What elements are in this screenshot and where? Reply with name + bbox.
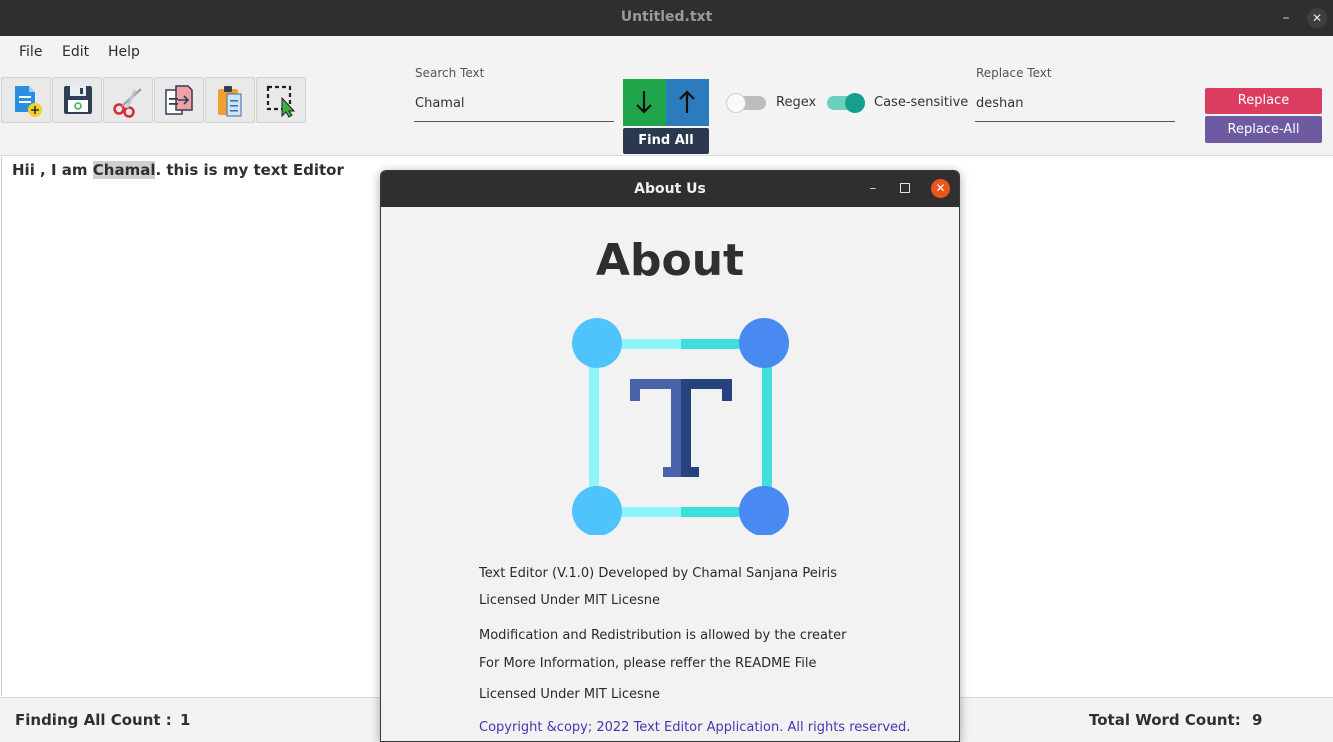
about-copyright: Copyright &copy; 2022 Text Editor Applic… xyxy=(479,720,911,735)
arrow-up-icon xyxy=(679,90,695,113)
minimize-button[interactable]: – xyxy=(1276,8,1296,28)
about-line-version: Text Editor (V.1.0) Developed by Chamal … xyxy=(479,566,838,581)
menu-help[interactable]: Help xyxy=(108,44,140,60)
about-dialog-header: About Us – ✕ xyxy=(381,171,959,207)
editor-text-after: . this is my text Editor xyxy=(155,161,344,179)
search-input[interactable] xyxy=(414,86,614,122)
editor-text-before: Hii , I am xyxy=(12,161,93,179)
replace-text-label: Replace Text xyxy=(976,66,1052,80)
about-line-license: Licensed Under MIT Licesne xyxy=(479,593,661,608)
replace-all-button[interactable]: Replace-All xyxy=(1205,116,1322,143)
window-title: Untitled.txt xyxy=(620,9,713,25)
save-button[interactable] xyxy=(52,77,102,123)
copy-icon xyxy=(165,85,193,115)
paste-icon xyxy=(218,86,242,117)
about-line-more-info: For More Information, please reffer the … xyxy=(479,656,817,671)
dialog-maximize-button[interactable] xyxy=(900,183,910,193)
about-heading: About xyxy=(595,235,745,286)
copy-button[interactable] xyxy=(154,77,204,123)
select-all-button[interactable] xyxy=(256,77,306,123)
toolbar: Search Text Find All Regex Case-sensitiv… xyxy=(0,66,1333,156)
text-editor-window: Untitled.txt – ✕ File Edit Help Search T… xyxy=(0,0,1333,742)
dialog-minimize-button[interactable]: – xyxy=(865,179,881,199)
new-file-button[interactable] xyxy=(1,77,51,123)
title-bar: Untitled.txt – ✕ xyxy=(0,0,1333,36)
editor-content: Hii , I am Chamal. this is my text Edito… xyxy=(12,161,344,179)
select-all-icon xyxy=(266,85,296,118)
paste-button[interactable] xyxy=(205,77,255,123)
replace-input[interactable] xyxy=(975,86,1175,122)
regex-label: Regex xyxy=(776,95,817,110)
arrow-down-icon xyxy=(636,91,652,114)
cut-button[interactable] xyxy=(103,77,153,123)
close-button[interactable]: ✕ xyxy=(1307,8,1327,28)
case-sensitive-toggle-knob xyxy=(845,93,865,113)
finding-count-value: 1 xyxy=(180,711,191,729)
new-file-icon xyxy=(15,86,42,117)
save-icon xyxy=(64,86,92,114)
find-previous-button[interactable] xyxy=(666,79,709,126)
menu-file[interactable]: File xyxy=(19,44,42,60)
regex-toggle-knob xyxy=(726,93,746,113)
menu-edit[interactable]: Edit xyxy=(62,44,89,60)
search-text-label: Search Text xyxy=(415,66,485,80)
text-editor-logo-icon xyxy=(572,318,789,535)
word-count-label: Total Word Count: xyxy=(1089,711,1241,729)
word-count-value: 9 xyxy=(1252,711,1263,729)
find-all-button[interactable]: Find All xyxy=(623,128,709,154)
about-dialog: About Us – ✕ About Text Editor (V.1.0) D… xyxy=(380,170,960,742)
replace-button[interactable]: Replace xyxy=(1205,88,1322,114)
about-line-license-2: Licensed Under MIT Licesne xyxy=(479,687,661,702)
menu-bar: File Edit Help xyxy=(0,36,1333,76)
find-next-button[interactable] xyxy=(623,79,666,126)
about-line-modification: Modification and Redistribution is allow… xyxy=(479,628,847,643)
dialog-close-button[interactable]: ✕ xyxy=(931,179,950,198)
finding-count-label: Finding All Count : xyxy=(15,711,172,729)
case-sensitive-label: Case-sensitive xyxy=(874,95,969,110)
cut-icon xyxy=(113,88,142,118)
search-highlight: Chamal xyxy=(92,161,156,179)
